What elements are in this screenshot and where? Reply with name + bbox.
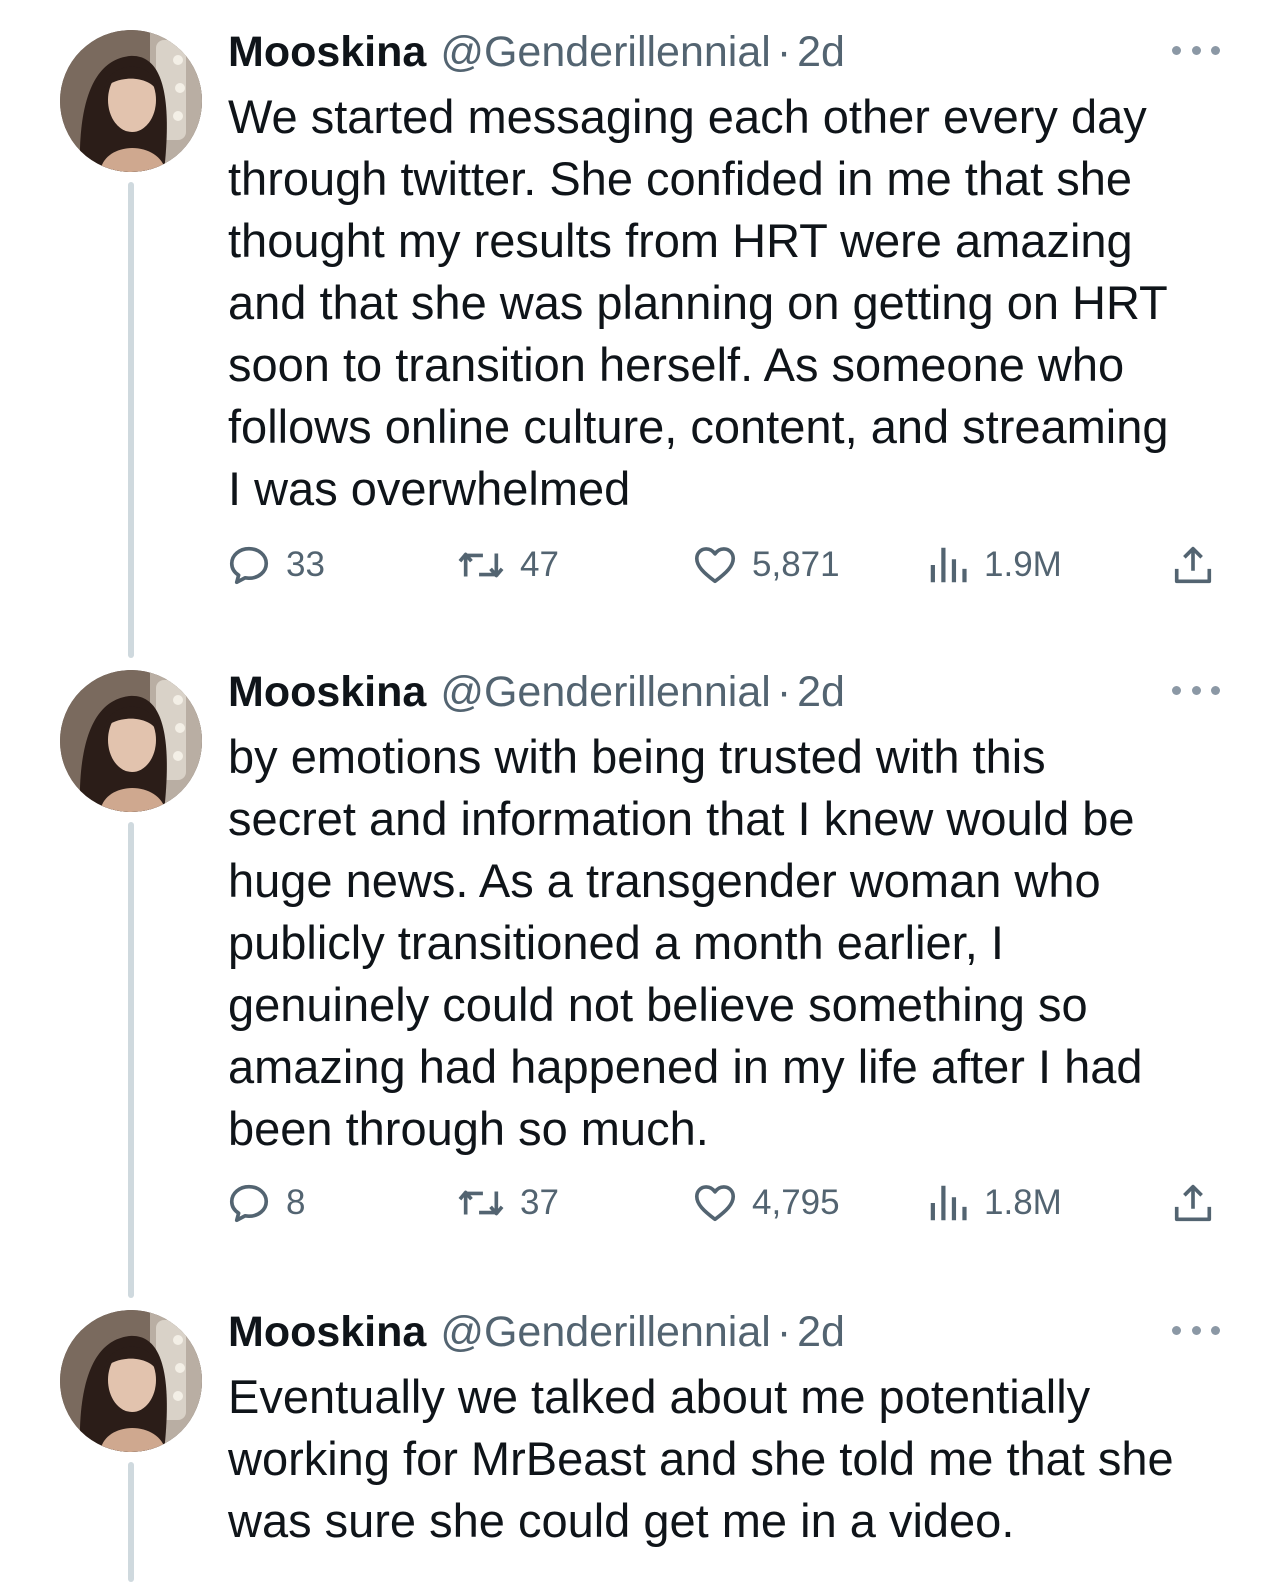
views-count: 1.9M <box>984 545 1062 584</box>
tweet-text-line: huge news. As a transgender woman who <box>228 854 1101 907</box>
tweet-text: Eventually we talked about me potentiall… <box>228 1366 1228 1552</box>
author-name[interactable]: Mooskina <box>228 1304 426 1360</box>
tweet-header: Mooskina @Genderillennial · 2d <box>228 1304 845 1360</box>
like-button[interactable]: 5,871 <box>692 535 840 595</box>
more-dots-icon[interactable] <box>1172 1318 1220 1342</box>
views-chart-icon <box>930 1185 967 1221</box>
tweet[interactable]: Mooskina @Genderillennial · 2d We starte… <box>0 0 1284 658</box>
separator-dot: · <box>776 1308 792 1356</box>
tweet-header: Mooskina @Genderillennial · 2d <box>228 664 845 720</box>
views-button[interactable]: 1.9M <box>926 535 1062 595</box>
tweet-thread: Mooskina @Genderillennial · 2d We starte… <box>0 0 1284 1582</box>
retweet-icon <box>458 1190 504 1216</box>
reply-icon <box>229 1184 269 1223</box>
like-count: 5,871 <box>752 545 840 584</box>
tweet-timestamp[interactable]: 2d <box>797 664 845 720</box>
tweet-actions: 33 47 5,871 1.9M <box>0 535 1284 595</box>
avatar-photo <box>60 1310 202 1452</box>
tweet-text-line: by emotions with being trusted with this <box>228 730 1046 783</box>
avatar-photo <box>60 670 202 812</box>
reply-button[interactable]: 8 <box>226 1173 305 1233</box>
author-handle[interactable]: @Genderillennial <box>440 1304 771 1360</box>
like-count: 4,795 <box>752 1183 840 1222</box>
thread-connector-line <box>128 1462 134 1582</box>
reply-button[interactable]: 33 <box>226 535 325 595</box>
tweet-text-line: thought my results from HRT were amazing <box>228 214 1133 267</box>
tweet-text-line: amazing had happened in my life after I … <box>228 1040 1143 1093</box>
tweet-text-line: been through so much. <box>228 1102 709 1155</box>
reply-count: 33 <box>286 545 325 584</box>
tweet-text-line: We started messaging each other every da… <box>228 90 1147 143</box>
tweet-text: by emotions with being trusted with this… <box>228 726 1228 1160</box>
avatar-photo <box>60 30 202 172</box>
tweet-text-line: was sure she could get me in a video. <box>228 1494 1015 1547</box>
tweet-text-line: follows online culture, content, and str… <box>228 400 1169 453</box>
avatar[interactable] <box>60 1310 202 1452</box>
tweet-text-line: and that she was planning on getting on … <box>228 276 1168 329</box>
views-button[interactable]: 1.8M <box>926 1173 1062 1233</box>
share-button[interactable] <box>1170 535 1216 595</box>
avatar[interactable] <box>60 30 202 172</box>
like-button[interactable]: 4,795 <box>692 1173 840 1233</box>
heart-icon <box>694 1185 736 1222</box>
tweet[interactable]: Mooskina @Genderillennial · 2d Eventuall… <box>0 1280 1284 1582</box>
share-icon <box>1174 546 1212 584</box>
author-name[interactable]: Mooskina <box>228 664 426 720</box>
retweet-count: 47 <box>520 545 559 584</box>
tweet-timestamp[interactable]: 2d <box>797 1304 845 1360</box>
tweet-timestamp[interactable]: 2d <box>797 24 845 80</box>
tweet-actions: 8 37 4,795 1.8M <box>0 1173 1284 1233</box>
tweet-text-line: soon to transition herself. As someone w… <box>228 338 1125 391</box>
separator-dot: · <box>776 668 792 716</box>
tweet-text: We started messaging each other every da… <box>228 86 1228 520</box>
views-chart-icon <box>930 547 967 583</box>
tweet-text-line: I was overwhelmed <box>228 462 631 515</box>
views-count: 1.8M <box>984 1183 1062 1222</box>
author-handle[interactable]: @Genderillennial <box>440 664 771 720</box>
tweet-header: Mooskina @Genderillennial · 2d <box>228 24 845 80</box>
share-icon <box>1174 1184 1212 1222</box>
author-name[interactable]: Mooskina <box>228 24 426 80</box>
separator-dot: · <box>776 28 792 76</box>
tweet-text-line: publicly transitioned a month earlier, I <box>228 916 1004 969</box>
more-dots-icon[interactable] <box>1172 38 1220 62</box>
tweet-text-line: genuinely could not believe something so <box>228 978 1088 1031</box>
more-dots-icon[interactable] <box>1172 678 1220 702</box>
retweet-count: 37 <box>520 1183 559 1222</box>
avatar[interactable] <box>60 670 202 812</box>
reply-count: 8 <box>286 1183 306 1222</box>
heart-icon <box>694 547 736 584</box>
retweet-icon <box>458 552 504 578</box>
author-handle[interactable]: @Genderillennial <box>440 24 771 80</box>
share-button[interactable] <box>1170 1173 1216 1233</box>
tweet-text-line: secret and information that I knew would… <box>228 792 1135 845</box>
retweet-button[interactable]: 37 <box>456 1173 559 1233</box>
tweet-text-line: working for MrBeast and she told me that… <box>228 1432 1174 1485</box>
tweet-text-line: Eventually we talked about me potentiall… <box>228 1370 1091 1423</box>
reply-icon <box>229 546 269 585</box>
tweet-text-line: through twitter. She confided in me that… <box>228 152 1132 205</box>
retweet-button[interactable]: 47 <box>456 535 559 595</box>
tweet[interactable]: Mooskina @Genderillennial · 2d by emotio… <box>0 640 1284 1298</box>
